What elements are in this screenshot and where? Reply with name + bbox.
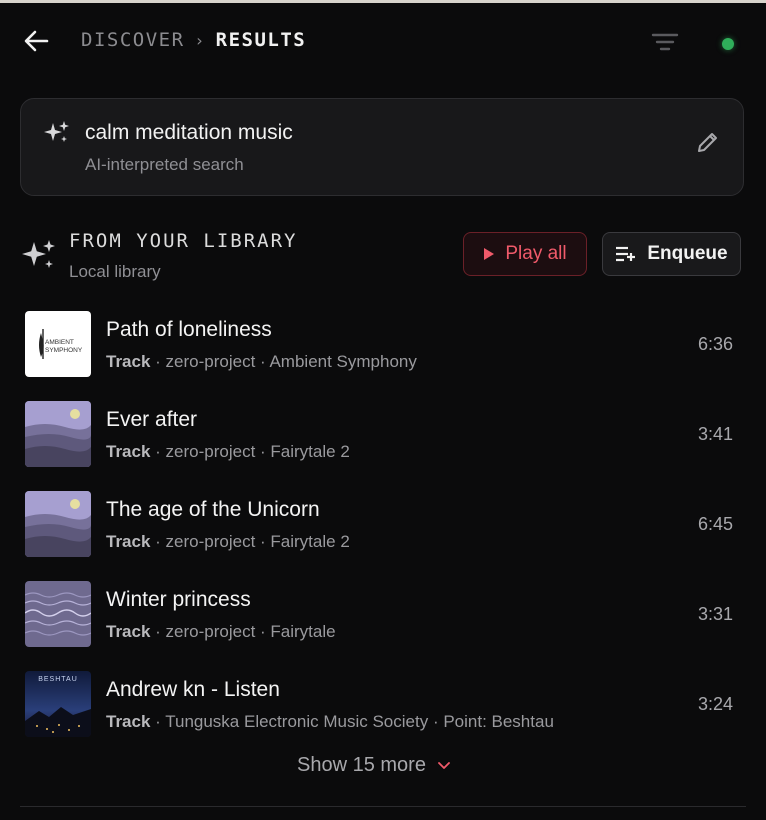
sparkle-icon	[44, 121, 69, 142]
play-all-button[interactable]: Play all	[463, 232, 587, 276]
track-row[interactable]: Winter princess Track · zero-project · F…	[0, 578, 766, 652]
album-art: BESHTAU	[25, 671, 91, 737]
section-subtitle: Local library	[69, 262, 161, 281]
chevron-down-icon	[438, 761, 450, 769]
queue-add-icon	[616, 246, 636, 262]
track-title: Ever after	[106, 408, 198, 431]
search-query-text: calm meditation music	[85, 121, 293, 144]
track-duration: 3:31	[697, 604, 733, 624]
breadcrumb: DISCOVER › RESULTS	[81, 29, 306, 51]
track-row[interactable]: The age of the Unicorn Track · zero-proj…	[0, 488, 766, 562]
sparkle-icon	[22, 240, 55, 268]
search-subtitle: AI-interpreted search	[85, 155, 244, 174]
track-duration: 3:24	[697, 694, 733, 714]
album-art: AMBIENT SYMPHONY	[25, 311, 91, 377]
divider	[20, 806, 746, 807]
header: DISCOVER › RESULTS	[0, 3, 766, 77]
track-duration: 6:36	[697, 334, 733, 354]
breadcrumb-results: RESULTS	[215, 29, 307, 51]
track-row[interactable]: AMBIENT SYMPHONY Path of loneliness Trac…	[0, 308, 766, 382]
album-art	[25, 581, 91, 647]
filter-icon[interactable]	[651, 32, 679, 52]
album-art	[25, 491, 91, 557]
track-meta: Track · zero-project · Ambient Symphony	[106, 352, 417, 371]
svg-text:AMBIENT: AMBIENT	[45, 339, 74, 346]
track-meta: Track · zero-project · Fairytale	[106, 622, 336, 641]
track-row[interactable]: Ever after Track · zero-project · Fairyt…	[0, 398, 766, 472]
back-arrow-icon[interactable]	[22, 27, 50, 55]
track-title: Andrew kn - Listen	[106, 678, 280, 701]
search-query-card[interactable]: calm meditation music AI-interpreted sea…	[20, 98, 744, 196]
track-duration: 3:41	[697, 424, 733, 444]
album-art	[25, 401, 91, 467]
track-title: The age of the Unicorn	[106, 498, 320, 521]
svg-text:BESHTAU: BESHTAU	[38, 676, 78, 683]
connection-status-dot	[722, 38, 734, 50]
enqueue-button[interactable]: Enqueue	[602, 232, 741, 276]
show-more-label: Show 15 more	[297, 754, 426, 776]
track-row[interactable]: BESHTAU Andrew kn - Listen Track · Tungu…	[0, 668, 766, 742]
track-meta: Track · Tunguska Electronic Music Societ…	[106, 712, 554, 731]
track-title: Path of loneliness	[106, 318, 272, 341]
section-title: FROM YOUR LIBRARY	[69, 230, 298, 252]
breadcrumb-separator: ›	[194, 31, 206, 50]
play-icon	[484, 248, 495, 260]
track-meta: Track · zero-project · Fairytale 2	[106, 532, 350, 551]
show-more-button[interactable]: Show 15 more	[297, 754, 450, 777]
track-title: Winter princess	[106, 588, 251, 611]
enqueue-label: Enqueue	[647, 243, 728, 264]
track-meta: Track · zero-project · Fairytale 2	[106, 442, 350, 461]
breadcrumb-discover[interactable]: DISCOVER	[81, 29, 185, 51]
svg-text:SYMPHONY: SYMPHONY	[45, 347, 83, 354]
pencil-icon[interactable]	[695, 129, 721, 155]
play-all-label: Play all	[505, 243, 567, 264]
track-duration: 6:45	[697, 514, 733, 534]
